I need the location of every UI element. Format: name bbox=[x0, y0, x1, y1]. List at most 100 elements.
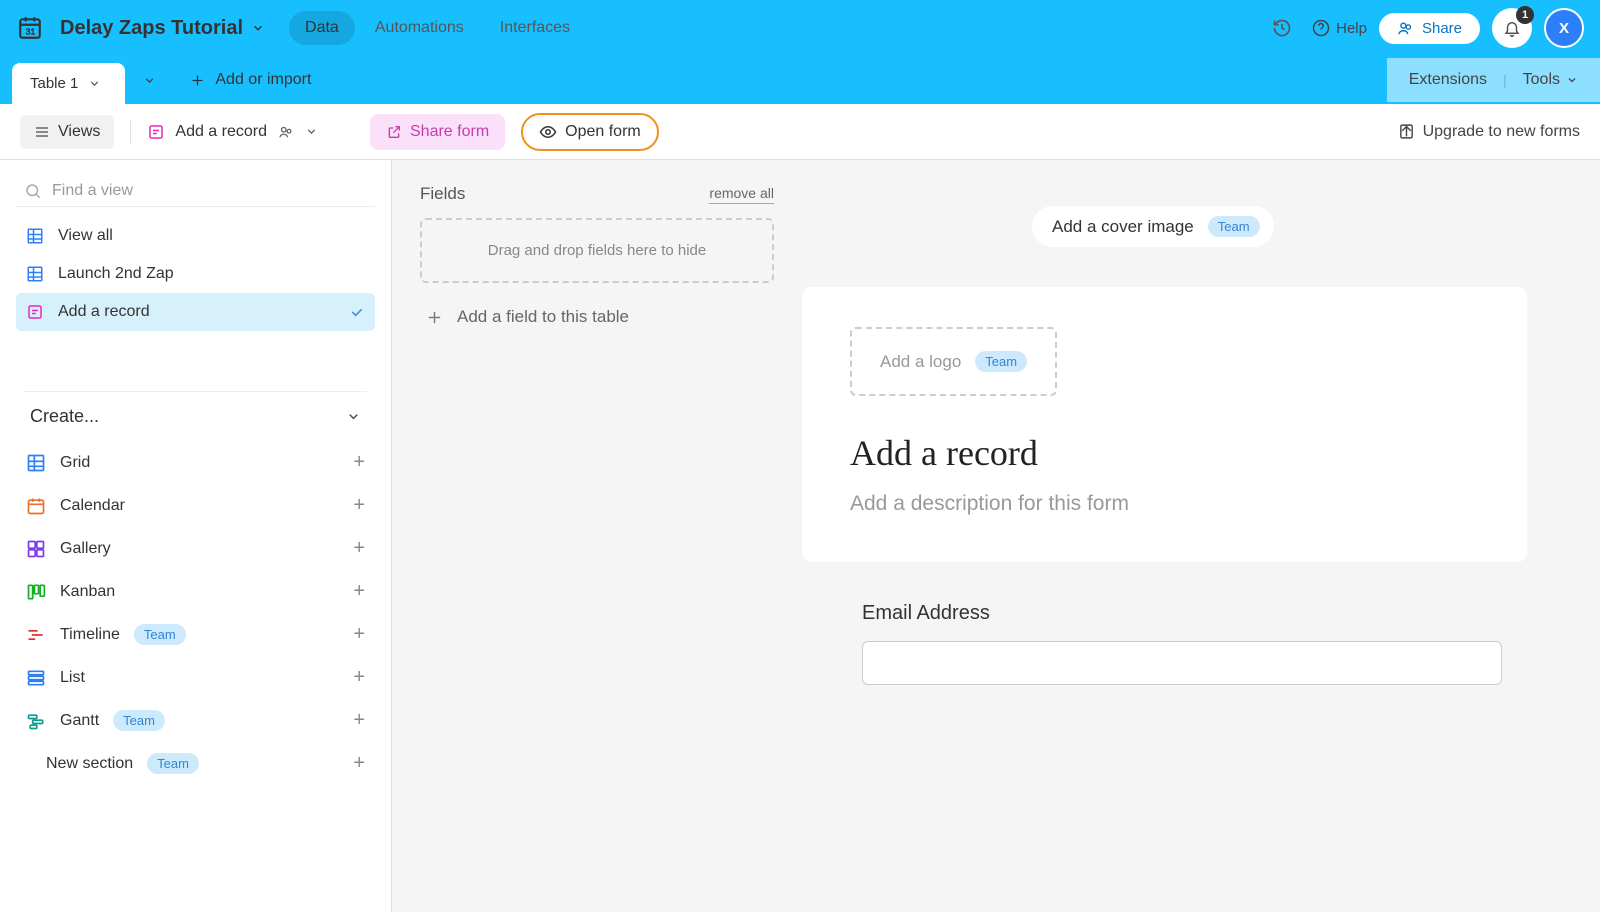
header-right: Help Share 1 X bbox=[1264, 8, 1584, 48]
table-bar-right: Extensions | Tools bbox=[1387, 58, 1600, 102]
chevron-down-icon bbox=[251, 21, 265, 35]
fields-panel: Fields remove all Drag and drop fields h… bbox=[392, 160, 802, 912]
add-table-button[interactable]: Add or import bbox=[174, 56, 327, 104]
grid-view-icon bbox=[26, 265, 44, 283]
top-tabs: Data Automations Interfaces bbox=[289, 11, 586, 45]
view-item-view-all[interactable]: View all bbox=[16, 217, 375, 255]
notification-badge: 1 bbox=[1516, 6, 1534, 24]
upgrade-link[interactable]: Upgrade to new forms bbox=[1398, 123, 1580, 141]
team-badge: Team bbox=[134, 624, 186, 645]
gantt-icon bbox=[26, 711, 46, 731]
create-grid[interactable]: Grid + bbox=[16, 441, 375, 484]
plus-icon: + bbox=[353, 537, 365, 560]
plus-icon bbox=[426, 309, 443, 326]
share-form-label: Share form bbox=[410, 123, 489, 141]
team-badge: Team bbox=[113, 710, 165, 731]
external-link-icon bbox=[386, 124, 402, 140]
create-new-section[interactable]: New section Team + bbox=[16, 742, 375, 785]
email-input[interactable] bbox=[862, 641, 1502, 685]
create-section-header[interactable]: Create... bbox=[24, 391, 367, 441]
form-header-card: Add a logo Team Add a record Add a descr… bbox=[802, 287, 1527, 562]
share-label: Share bbox=[1422, 20, 1462, 37]
plus-icon: + bbox=[353, 623, 365, 646]
view-item-launch-2nd-zap[interactable]: Launch 2nd Zap bbox=[16, 255, 375, 293]
base-name-text: Delay Zaps Tutorial bbox=[60, 17, 243, 40]
views-button[interactable]: Views bbox=[20, 115, 114, 149]
form-icon bbox=[147, 123, 165, 141]
view-item-label: Add a record bbox=[58, 303, 150, 321]
upgrade-label: Upgrade to new forms bbox=[1423, 123, 1580, 141]
tab-interfaces[interactable]: Interfaces bbox=[484, 11, 586, 45]
chevron-down-icon bbox=[1566, 74, 1578, 86]
notifications-button[interactable]: 1 bbox=[1492, 8, 1532, 48]
history-icon bbox=[1272, 18, 1292, 38]
chevron-down-icon bbox=[346, 409, 361, 424]
fields-title: Fields bbox=[420, 184, 465, 204]
form-title[interactable]: Add a record bbox=[850, 432, 1479, 474]
add-table-label: Add or import bbox=[215, 71, 311, 89]
plus-icon: + bbox=[353, 666, 365, 689]
add-field-label: Add a field to this table bbox=[457, 307, 629, 327]
view-search-input[interactable] bbox=[52, 182, 367, 200]
views-label: Views bbox=[58, 123, 100, 141]
people-icon bbox=[1397, 20, 1414, 37]
people-icon bbox=[277, 123, 295, 141]
views-sidebar: View all Launch 2nd Zap Add a record Cre… bbox=[0, 160, 392, 912]
list-icon bbox=[26, 668, 46, 688]
plus-icon: + bbox=[353, 752, 365, 775]
base-name-dropdown[interactable]: Delay Zaps Tutorial bbox=[60, 17, 265, 40]
create-gantt[interactable]: Gantt Team + bbox=[16, 699, 375, 742]
table-tab-label: Table 1 bbox=[30, 75, 78, 92]
help-button[interactable]: Help bbox=[1312, 19, 1367, 37]
table-tab-active[interactable]: Table 1 bbox=[12, 63, 125, 104]
chevron-down-icon bbox=[305, 125, 318, 138]
remove-all-link[interactable]: remove all bbox=[709, 185, 774, 204]
base-icon: 31 bbox=[16, 14, 44, 42]
eye-icon bbox=[539, 123, 557, 141]
avatar[interactable]: X bbox=[1544, 8, 1584, 48]
view-name-display[interactable]: Add a record bbox=[147, 123, 318, 141]
all-tables-dropdown[interactable] bbox=[125, 56, 174, 104]
create-kanban[interactable]: Kanban + bbox=[16, 570, 375, 613]
main-area: View all Launch 2nd Zap Add a record Cre… bbox=[0, 160, 1600, 912]
create-calendar[interactable]: Calendar + bbox=[16, 484, 375, 527]
create-timeline[interactable]: Timeline Team + bbox=[16, 613, 375, 656]
share-form-button[interactable]: Share form bbox=[370, 114, 505, 150]
arrow-up-icon bbox=[1398, 123, 1415, 140]
view-item-add-a-record[interactable]: Add a record bbox=[16, 293, 375, 331]
extensions-button[interactable]: Extensions bbox=[1409, 71, 1487, 89]
add-field-button[interactable]: Add a field to this table bbox=[420, 301, 774, 333]
add-cover-button[interactable]: Add a cover image Team bbox=[1032, 206, 1274, 247]
tab-data[interactable]: Data bbox=[289, 11, 355, 45]
form-view-icon bbox=[26, 303, 44, 321]
history-button[interactable] bbox=[1264, 10, 1300, 46]
table-tab-bar: Table 1 Add or import Extensions | Tools bbox=[0, 56, 1600, 104]
team-badge: Team bbox=[1208, 216, 1260, 237]
app-header: 31 Delay Zaps Tutorial Data Automations … bbox=[0, 0, 1600, 56]
form-field-email: Email Address bbox=[862, 602, 1502, 685]
tools-button[interactable]: Tools bbox=[1523, 71, 1578, 89]
calendar-icon bbox=[26, 496, 46, 516]
kanban-icon bbox=[26, 582, 46, 602]
create-list[interactable]: List + bbox=[16, 656, 375, 699]
grid-view-icon bbox=[26, 227, 44, 245]
team-badge: Team bbox=[975, 351, 1027, 372]
fields-drop-zone[interactable]: Drag and drop fields here to hide bbox=[420, 218, 774, 283]
view-item-label: View all bbox=[58, 227, 113, 245]
tab-automations[interactable]: Automations bbox=[359, 11, 480, 45]
search-icon bbox=[24, 182, 42, 200]
help-icon bbox=[1312, 19, 1330, 37]
add-logo-button[interactable]: Add a logo Team bbox=[850, 327, 1057, 396]
form-description[interactable]: Add a description for this form bbox=[850, 492, 1479, 516]
chevron-down-icon bbox=[143, 74, 156, 87]
help-label: Help bbox=[1336, 20, 1367, 37]
team-badge: Team bbox=[147, 753, 199, 774]
open-form-button[interactable]: Open form bbox=[521, 113, 659, 151]
view-name-label: Add a record bbox=[175, 123, 267, 141]
view-toolbar: Views Add a record Share form Open form … bbox=[0, 104, 1600, 160]
view-search[interactable] bbox=[16, 176, 375, 207]
plus-icon: + bbox=[353, 709, 365, 732]
field-label: Email Address bbox=[862, 602, 1502, 625]
create-gallery[interactable]: Gallery + bbox=[16, 527, 375, 570]
share-button[interactable]: Share bbox=[1379, 13, 1480, 44]
